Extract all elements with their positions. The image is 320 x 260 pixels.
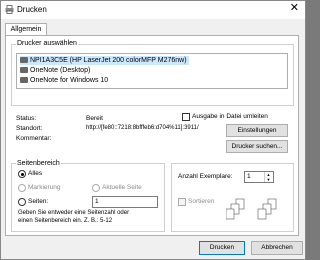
page-range-group-label: Seitenbereich — [16, 160, 61, 167]
collate-label: Sortieren — [188, 198, 215, 205]
status-value: Bereit — [86, 115, 103, 122]
preferences-button[interactable]: Einstellungen — [226, 124, 288, 137]
current-page-radio[interactable] — [92, 184, 100, 192]
copies-label: Anzahl Exemplare: — [178, 173, 233, 180]
printer-item-label: OneNote (Desktop) — [30, 67, 91, 74]
selection-label: Markierung — [28, 184, 61, 191]
all-pages-radio[interactable] — [18, 170, 26, 178]
printer-icon — [5, 5, 14, 14]
printer-list[interactable]: NPI1A3C5E (HP LaserJet 200 colorMFP M276… — [16, 53, 288, 89]
status-label: Status: — [16, 115, 37, 122]
selection-radio[interactable] — [18, 184, 26, 192]
all-pages-label: Alles — [28, 170, 43, 177]
general-panel: Drucker auswählen NPI1A3C5E (HP LaserJet… — [5, 35, 299, 236]
print-button[interactable]: Drucken — [199, 241, 245, 255]
print-to-file-label: Ausgabe in Datei umleiten — [192, 113, 268, 120]
copies-spinner[interactable]: ▲ ▼ — [264, 172, 272, 182]
comment-label: Kommentar: — [16, 135, 52, 142]
cancel-button[interactable]: Abbrechen — [251, 241, 303, 255]
pages-label: Seiten: — [28, 198, 49, 205]
window-title: Drucken — [17, 5, 47, 14]
print-to-file-checkbox[interactable] — [182, 113, 190, 121]
printer-icon — [20, 57, 28, 63]
pages-input[interactable]: 1 — [92, 196, 158, 208]
printer-item-label: NPI1A3C5E (HP LaserJet 200 colorMFP M276… — [30, 57, 187, 64]
print-dialog: Drucken ✕ Allgemein Drucker auswählen NP… — [0, 0, 306, 260]
pages-radio[interactable] — [18, 198, 26, 206]
printer-group-label: Drucker auswählen — [16, 40, 78, 47]
printer-icon — [20, 77, 28, 83]
printer-item-onenote-desktop[interactable]: OneNote (Desktop) — [20, 66, 92, 75]
location-label: Standort: — [16, 125, 43, 132]
spin-down-icon[interactable]: ▼ — [265, 177, 272, 182]
collate-pages-icon — [226, 198, 277, 220]
page-range-hint-2: einen Seitenbereich ein. Z. B.: 5-12 — [18, 218, 113, 224]
printer-item-onenote-win10[interactable]: OneNote for Windows 10 — [20, 76, 110, 85]
printer-item-label: OneNote for Windows 10 — [30, 77, 109, 84]
collate-checkbox[interactable] — [178, 198, 186, 206]
current-page-label: Aktuelle Seite — [102, 184, 142, 191]
page-range-hint-1: Geben Sie entweder eine Seitenzahl oder — [18, 210, 130, 216]
printer-item-hp[interactable]: NPI1A3C5E (HP LaserJet 200 colorMFP M276… — [20, 56, 189, 65]
find-printer-button[interactable]: Drucker suchen... — [226, 140, 288, 153]
title-bar: Drucken ✕ — [1, 1, 305, 19]
printer-icon — [20, 67, 28, 73]
location-value: http://[fe80::7218:8bfffeb6:d704%11]:391… — [86, 125, 199, 131]
close-icon[interactable]: ✕ — [290, 3, 299, 14]
